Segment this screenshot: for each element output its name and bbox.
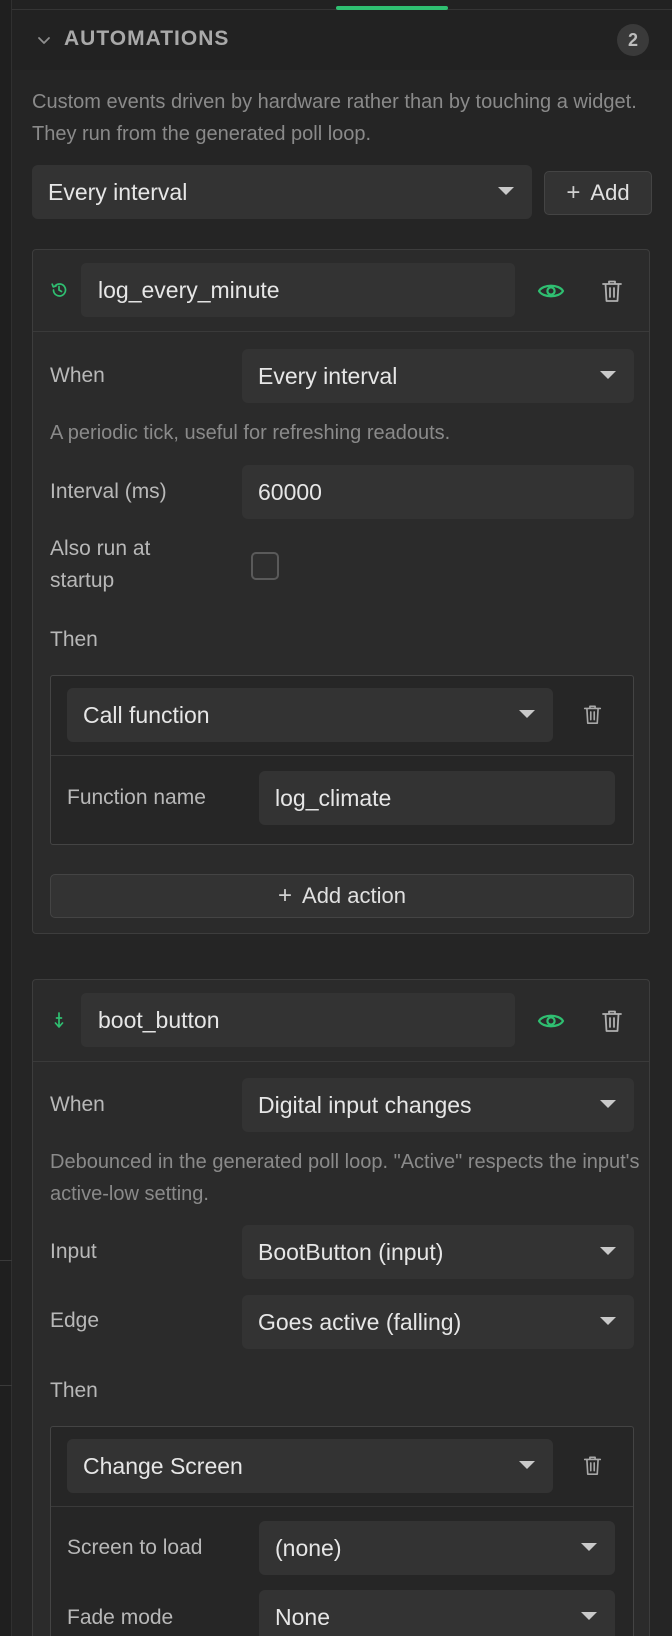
chevron-down-icon[interactable]	[36, 32, 52, 48]
when-label: When	[50, 364, 105, 387]
plus-icon: +	[566, 179, 581, 206]
select-value: BootButton (input)	[258, 1239, 444, 1265]
caret-down-icon	[498, 187, 514, 195]
then-label: Then	[50, 1379, 98, 1402]
add-automation-button[interactable]: + Add	[544, 171, 652, 215]
section-description: Custom events driven by hardware rather …	[32, 91, 637, 145]
function-name-label: Function name	[67, 786, 206, 809]
automation-name: boot_button	[98, 1007, 220, 1033]
caret-down-icon	[600, 1317, 616, 1325]
screen-to-load-label: Screen to load	[67, 1536, 203, 1559]
caret-down-icon	[581, 1543, 597, 1551]
when-select[interactable]: Every interval	[242, 349, 634, 403]
trigger-hint: A periodic tick, useful for refreshing r…	[50, 422, 451, 444]
when-label: When	[50, 1093, 105, 1116]
interval-input[interactable]: 60000	[242, 465, 634, 519]
startup-label: Also run at startup	[50, 537, 151, 592]
select-value: Digital input changes	[258, 1092, 472, 1118]
add-action-label: Add action	[302, 883, 406, 908]
caret-down-icon	[600, 1100, 616, 1108]
trash-icon[interactable]	[601, 279, 623, 303]
select-value: Every interval	[48, 179, 188, 205]
rail-divider	[0, 1385, 12, 1386]
screen-to-load-select[interactable]: (none)	[259, 1521, 615, 1575]
action-header: Call function	[51, 676, 633, 756]
eye-icon[interactable]	[537, 1007, 565, 1035]
function-name-value: log_climate	[275, 785, 392, 811]
when-select[interactable]: Digital input changes	[242, 1078, 634, 1132]
card-header: log_every_minute	[33, 250, 649, 332]
trash-icon[interactable]	[583, 704, 602, 725]
trash-icon[interactable]	[601, 1009, 623, 1033]
select-value: Goes active (falling)	[258, 1309, 462, 1335]
add-action-button[interactable]: + Add action	[50, 874, 634, 918]
add-button-label: Add	[590, 180, 630, 205]
startup-checkbox[interactable]	[251, 552, 279, 580]
select-value: None	[275, 1604, 330, 1630]
select-value: (none)	[275, 1535, 342, 1561]
history-icon	[51, 283, 67, 297]
section-title: AUTOMATIONS	[64, 27, 230, 50]
interval-value: 60000	[258, 479, 322, 505]
action-card: Change Screen Screen to load (none) Fade…	[50, 1426, 634, 1636]
automation-card: log_every_minute When Every interval A p…	[32, 249, 650, 934]
automation-card: boot_button When Digital input changes D…	[32, 979, 650, 1636]
then-label: Then	[50, 628, 98, 651]
action-type-select[interactable]: Change Screen	[67, 1439, 553, 1493]
automation-name-input[interactable]: log_every_minute	[81, 263, 515, 317]
card-header: boot_button	[33, 980, 649, 1062]
count-badge: 2	[617, 24, 649, 56]
edge-select[interactable]: Goes active (falling)	[242, 1295, 634, 1349]
automations-panel: AUTOMATIONS 2 Custom events driven by ha…	[0, 0, 672, 1636]
automation-name-input[interactable]: boot_button	[81, 993, 515, 1047]
function-name-input[interactable]: log_climate	[259, 771, 615, 825]
trigger-hint: Debounced in the generated poll loop. "A…	[50, 1151, 640, 1205]
plus-icon: +	[278, 882, 293, 909]
pin-arrow-icon	[54, 1012, 64, 1028]
select-value: Every interval	[258, 363, 398, 389]
caret-down-icon	[581, 1612, 597, 1620]
left-rail	[0, 0, 12, 1636]
interval-label: Interval (ms)	[50, 480, 167, 503]
caret-down-icon	[519, 710, 535, 718]
action-type-select[interactable]: Call function	[67, 688, 553, 742]
automation-name: log_every_minute	[98, 277, 280, 303]
select-value: Call function	[83, 702, 210, 728]
input-label: Input	[50, 1240, 97, 1263]
input-select[interactable]: BootButton (input)	[242, 1225, 634, 1279]
fade-mode-label: Fade mode	[67, 1606, 174, 1629]
fade-mode-select[interactable]: None	[259, 1590, 615, 1636]
trash-icon[interactable]	[583, 1455, 602, 1476]
rail-divider	[0, 1260, 12, 1261]
caret-down-icon	[600, 1247, 616, 1255]
edge-label: Edge	[50, 1309, 100, 1332]
trigger-type-select[interactable]: Every interval	[32, 165, 532, 219]
action-card: Call function Function name log_climate	[50, 675, 634, 845]
caret-down-icon	[519, 1461, 535, 1469]
select-value: Change Screen	[83, 1453, 243, 1479]
eye-icon[interactable]	[537, 277, 565, 305]
caret-down-icon	[600, 371, 616, 379]
action-header: Change Screen	[51, 1427, 633, 1507]
